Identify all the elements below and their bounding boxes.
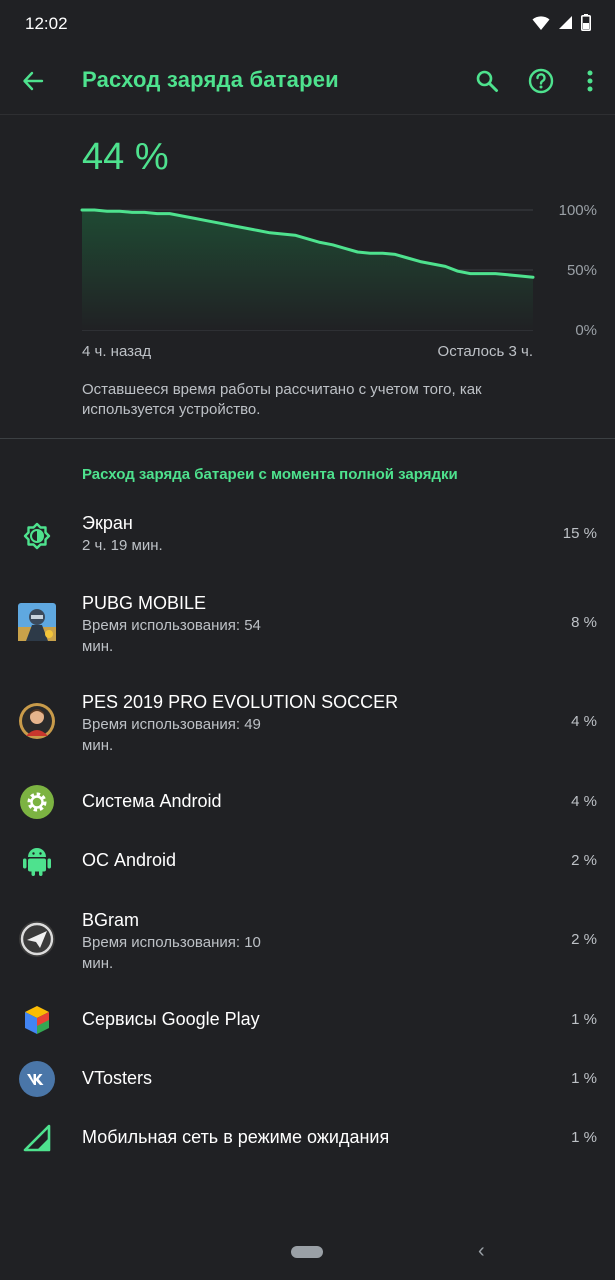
usage-row-cell-standby[interactable]: Мобильная сеть в режиме ожидания 1 % (0, 1117, 615, 1159)
usage-percent: 2 % (571, 931, 597, 948)
usage-row-bgram[interactable]: BGram Время использования: 10 мин. 2 % (0, 902, 615, 982)
usage-percent: 1 % (571, 1070, 597, 1087)
wifi-icon (532, 15, 550, 30)
section-divider (0, 438, 615, 439)
usage-percent: 15 % (562, 525, 597, 542)
bgram-app-icon (18, 920, 56, 958)
usage-title: Мобильная сеть в режиме ожидания (82, 1127, 390, 1147)
help-icon (528, 68, 554, 94)
help-button[interactable] (525, 65, 557, 97)
battery-icon (581, 14, 591, 31)
search-icon (476, 70, 498, 92)
screen-brightness-icon (18, 517, 56, 555)
y-tick-label: 100% (558, 202, 597, 219)
usage-percent: 4 % (571, 793, 597, 810)
usage-percent: 2 % (571, 852, 597, 869)
cell-signal-icon (559, 16, 572, 29)
y-tick-label: 0% (575, 322, 597, 339)
remaining-time-note: Оставшееся время работы рассчитано с уче… (82, 381, 482, 418)
usage-title: Система Android (82, 791, 222, 811)
android-settings-icon (18, 783, 56, 821)
android-robot-icon (18, 842, 56, 880)
search-button[interactable] (471, 65, 503, 97)
more-vert-icon (587, 70, 593, 92)
google-play-services-icon (18, 1001, 56, 1039)
pubg-app-icon (18, 603, 56, 641)
pes-app-icon (18, 702, 56, 740)
battery-percent: 44 % (82, 136, 169, 178)
usage-subtitle: Время использования: 49 мин. (82, 716, 261, 754)
usage-subtitle: 2 ч. 19 мин. (82, 537, 163, 554)
usage-subtitle: Время использования: 54 мин. (82, 617, 261, 655)
nav-back-icon[interactable]: ‹ (478, 1240, 485, 1263)
usage-percent: 8 % (571, 614, 597, 631)
usage-title: Экран (82, 513, 133, 533)
status-icons (532, 14, 591, 31)
home-pill-icon[interactable] (291, 1246, 323, 1258)
x-end-label: Осталось 3 ч. (437, 343, 533, 360)
x-start-label: 4 ч. назад (82, 343, 152, 360)
battery-history-chart (80, 208, 535, 331)
usage-title: ОС Android (82, 850, 177, 870)
cell-standby-icon (18, 1119, 56, 1157)
app-bar: Расход заряда батареи (0, 48, 615, 114)
usage-row-vtosters[interactable]: VTosters 1 % (0, 1058, 615, 1100)
usage-title: BGram (82, 910, 140, 930)
usage-percent: 1 % (571, 1011, 597, 1028)
vk-app-icon (18, 1060, 56, 1098)
usage-title: VTosters (82, 1068, 153, 1088)
usage-percent: 1 % (571, 1129, 597, 1146)
usage-title: PES 2019 PRO EVOLUTION SOCCER (82, 692, 399, 712)
back-button[interactable] (18, 66, 48, 96)
usage-row-android-system[interactable]: Система Android 4 % (0, 781, 615, 823)
app-bar-divider (0, 114, 615, 115)
usage-subtitle: Время использования: 10 мин. (82, 934, 261, 972)
y-tick-label: 50% (566, 262, 597, 279)
usage-row-google-play-services[interactable]: Сервисы Google Play 1 % (0, 999, 615, 1041)
usage-title: Сервисы Google Play (82, 1009, 260, 1029)
status-bar: 12:02 (0, 0, 615, 48)
page-title: Расход заряда батареи (82, 67, 339, 92)
back-arrow-icon (23, 71, 44, 91)
more-options-button[interactable] (574, 65, 606, 97)
usage-row-screen[interactable]: Экран 2 ч. 19 мин. 15 % (0, 505, 615, 567)
usage-percent: 4 % (571, 713, 597, 730)
status-time: 12:02 (25, 14, 68, 33)
usage-row-pes[interactable]: PES 2019 PRO EVOLUTION SOCCER Время испо… (0, 684, 615, 764)
usage-row-pubg[interactable]: PUBG MOBILE Время использования: 54 мин.… (0, 585, 615, 665)
usage-section-header: Расход заряда батареи с момента полной з… (82, 466, 458, 483)
usage-row-android-os[interactable]: ОС Android 2 % (0, 840, 615, 882)
usage-title: PUBG MOBILE (82, 593, 207, 613)
